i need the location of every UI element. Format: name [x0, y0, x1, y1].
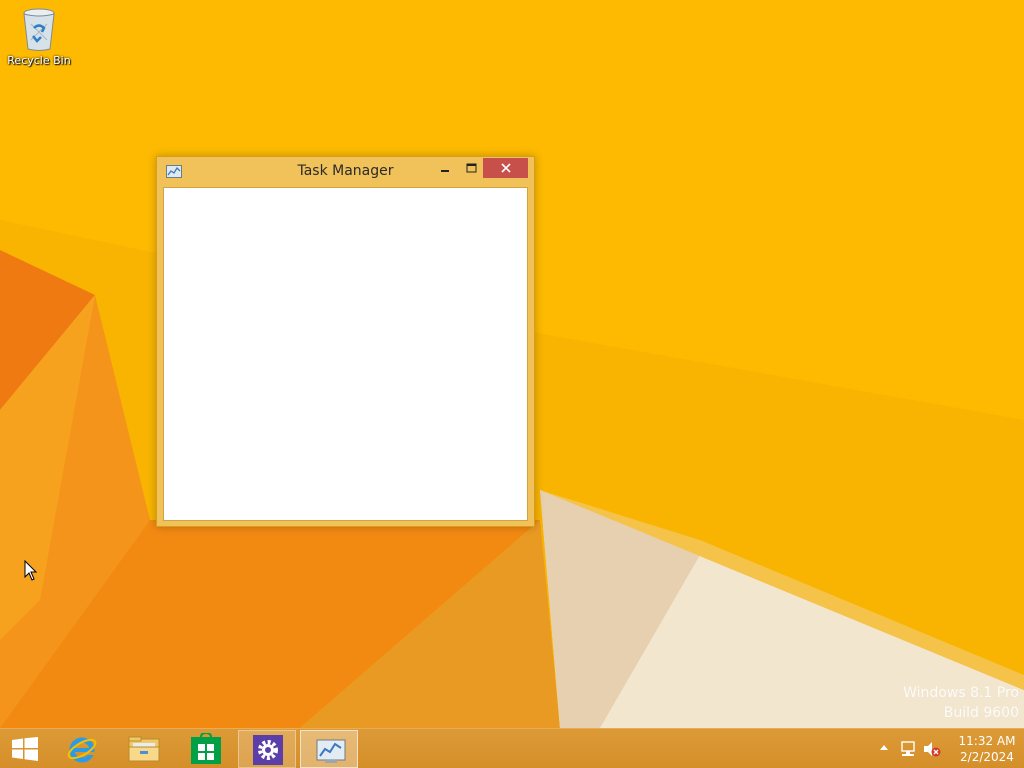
desktop-icon-recycle-bin[interactable]: Recycle Bin — [6, 6, 72, 76]
internet-explorer-icon — [67, 737, 97, 763]
os-watermark: Windows 8.1 Pro Build 9600 — [903, 683, 1019, 723]
taskbar-store[interactable] — [176, 730, 234, 768]
taskbar-task-manager[interactable] — [300, 730, 358, 768]
start-button[interactable] — [0, 729, 50, 768]
windows-logo-icon — [12, 737, 38, 761]
desktop: Recycle Bin Task Manager Windows 8.1 Pro… — [0, 0, 1024, 728]
clock[interactable]: 11:32 AM 2/2/2024 — [950, 733, 1024, 765]
system-tray: 11:32 AM 2/2/2024 — [864, 729, 1024, 768]
store-icon — [191, 733, 221, 764]
minimize-icon — [441, 170, 449, 172]
window-title-bar[interactable]: Task Manager — [157, 157, 534, 187]
window-content-area — [163, 187, 528, 521]
clock-date: 2/2/2024 — [960, 750, 1014, 764]
close-icon — [500, 163, 511, 173]
gear-icon — [253, 735, 283, 765]
taskbar: 11:32 AM 2/2/2024 — [0, 728, 1024, 768]
taskbar-settings[interactable] — [238, 730, 296, 768]
task-manager-icon — [316, 739, 346, 763]
desktop-icon-label: Recycle Bin — [7, 54, 71, 67]
recycle-bin-icon — [23, 8, 55, 51]
watermark-build: Build 9600 — [943, 705, 1019, 721]
task-manager-window[interactable]: Task Manager — [156, 156, 535, 527]
taskbar-file-explorer[interactable] — [114, 730, 172, 768]
minimize-button[interactable] — [433, 158, 459, 178]
mouse-pointer-icon — [24, 560, 38, 581]
taskbar-internet-explorer[interactable] — [52, 730, 110, 768]
volume-muted-icon[interactable] — [922, 740, 942, 758]
network-icon[interactable] — [899, 740, 917, 758]
close-button[interactable] — [483, 158, 528, 178]
maximize-icon — [466, 163, 477, 173]
file-explorer-icon — [128, 736, 160, 762]
watermark-edition: Windows 8.1 Pro — [903, 685, 1019, 701]
maximize-button[interactable] — [459, 158, 485, 178]
clock-time: 11:32 AM — [958, 734, 1016, 748]
show-hidden-icons-arrow-icon[interactable] — [879, 743, 889, 751]
